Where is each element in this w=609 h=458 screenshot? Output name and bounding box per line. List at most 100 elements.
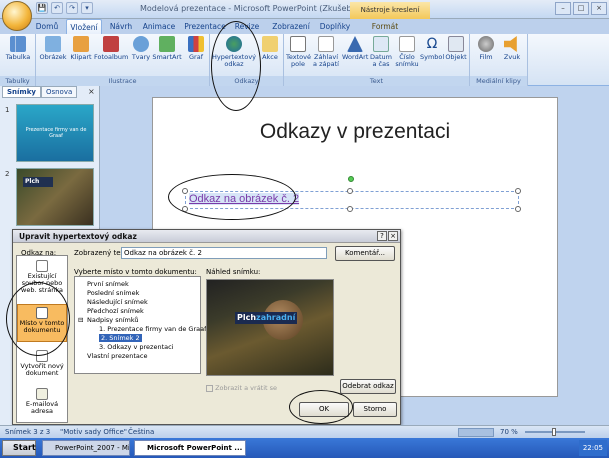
slide-thumbnail[interactable]: Plch — [16, 168, 94, 226]
redo-icon[interactable]: ↷ — [66, 2, 78, 14]
textbox-button[interactable]: Textové pole — [286, 36, 311, 68]
tree-item[interactable]: Nadpisy snímků — [87, 316, 139, 324]
date-time-button[interactable]: Datum a čas — [368, 36, 394, 68]
movie-button[interactable]: Film — [474, 36, 498, 61]
resize-handle[interactable] — [515, 188, 521, 194]
tree-item[interactable]: Předchozí snímek — [87, 307, 144, 315]
clock: 22:05 — [578, 440, 607, 456]
slide-preview: Plchzahradní — [206, 279, 334, 376]
link-to-email[interactable]: E-mailová adresa — [17, 388, 67, 420]
rotate-handle[interactable] — [348, 176, 354, 182]
tab-revize[interactable]: Revize — [232, 19, 262, 34]
zoom-level[interactable]: 70 % — [500, 428, 518, 436]
tab-format[interactable]: Formát — [370, 19, 400, 34]
panel-close-icon[interactable]: × — [88, 87, 95, 96]
tab-domu[interactable]: Domů — [34, 19, 60, 34]
link-to-item-label: Existující soubor nebo web. stránka — [21, 272, 63, 294]
close-button[interactable]: × — [591, 2, 607, 15]
office-button[interactable] — [2, 1, 32, 31]
select-place-label: Vyberte místo v tomto dokumentu: — [74, 268, 197, 276]
tree-item-selected[interactable]: 2. Snímek 2 — [99, 334, 142, 342]
symbol-button[interactable]: Ω Symbol — [420, 36, 444, 61]
photoalbum-icon — [103, 36, 119, 52]
slide-number: 2 — [5, 170, 10, 178]
tab-doplnky[interactable]: Doplňky — [318, 19, 352, 34]
zoom-slider-thumb[interactable] — [552, 428, 556, 436]
resize-handle[interactable] — [347, 188, 353, 194]
picture-button[interactable]: Obrázek — [38, 36, 68, 61]
cancel-button[interactable]: Storno — [353, 402, 397, 417]
hyperlink-button[interactable]: Hypertextový odkaz — [212, 36, 256, 68]
link-to-new-document[interactable]: Vytvořit nový dokument — [17, 350, 67, 384]
hyperlink-text[interactable]: Odkaz na obrázek č. 2 — [189, 193, 300, 205]
remove-link-button[interactable]: Odebrat odkaz — [340, 379, 396, 394]
slide-thumbnail[interactable]: Prezentace firmy van de Graaf — [16, 104, 94, 162]
tree-item[interactable]: 1. Prezentace firmy van de Graaf — [99, 325, 206, 333]
shapes-button[interactable]: Tvary — [130, 36, 152, 61]
link-to-place-in-document[interactable]: Místo v tomto dokumentu — [17, 304, 67, 342]
slide-title[interactable]: Odkazy v prezentaci — [153, 120, 557, 144]
tree-item[interactable]: Následující snímek — [87, 298, 148, 306]
view-buttons[interactable] — [458, 428, 494, 437]
tab-vlozeni[interactable]: Vložení — [66, 19, 102, 34]
ok-button[interactable]: OK — [299, 402, 349, 417]
photoalbum-button[interactable]: Fotoalbum — [94, 36, 128, 61]
undo-icon[interactable]: ↶ — [51, 2, 63, 14]
start-button[interactable]: Start — [2, 440, 36, 456]
display-text-input[interactable]: Odkaz na obrázek č. 2 — [121, 247, 327, 259]
maximize-button[interactable]: □ — [573, 2, 589, 15]
smartart-icon — [159, 36, 175, 52]
textbox-button-label: Textové pole — [286, 53, 311, 68]
film-reel-icon — [478, 36, 494, 52]
wordart-icon — [347, 36, 363, 52]
tab-navrh[interactable]: Návrh — [108, 19, 134, 34]
omega-icon: Ω — [426, 36, 438, 52]
thumbnail-title: Prezentace firmy van de Graaf — [25, 127, 87, 139]
header-footer-button[interactable]: Záhlaví a zápatí — [311, 36, 341, 68]
chart-button[interactable]: Graf — [184, 36, 208, 61]
save-icon[interactable]: 💾 — [36, 2, 48, 14]
slide-number: 1 — [5, 106, 10, 114]
tree-item[interactable]: 3. Odkazy v prezentaci — [99, 343, 173, 351]
tab-slides[interactable]: Snímky — [2, 86, 41, 98]
resize-handle[interactable] — [347, 206, 353, 212]
thumbnail-brand: Plch — [23, 177, 53, 187]
dialog-close-button[interactable]: × — [388, 231, 398, 241]
object-button[interactable]: Objekt — [444, 36, 468, 61]
wordart-button[interactable]: WordArt — [342, 36, 368, 61]
tab-animace[interactable]: Animace — [142, 19, 176, 34]
minimize-button[interactable]: – — [555, 2, 571, 15]
taskbar-item-active[interactable]: Microsoft PowerPoint ... — [134, 440, 246, 456]
tab-outline[interactable]: Osnova — [40, 86, 78, 98]
checkbox-label: Zobrazit a vrátit se — [215, 384, 278, 392]
tab-zobrazeni[interactable]: Zobrazení — [270, 19, 312, 34]
screentip-button[interactable]: Komentář... — [335, 246, 395, 261]
sound-button[interactable]: Zvuk — [500, 36, 524, 61]
group-text: Textové pole Záhlaví a zápatí WordArt Da… — [284, 34, 470, 86]
smartart-button[interactable]: SmartArt — [152, 36, 182, 61]
resize-handle[interactable] — [182, 188, 188, 194]
tree-item[interactable]: Poslední snímek — [87, 289, 139, 297]
show-and-return-checkbox[interactable]: Zobrazit a vrátit se — [206, 384, 277, 392]
new-document-icon — [36, 350, 48, 362]
slide-number-button[interactable]: Číslo snímku — [394, 36, 420, 68]
tree-item[interactable]: Vlastní prezentace — [87, 352, 147, 360]
language[interactable]: Čeština — [128, 428, 154, 436]
tree-item[interactable]: První snímek — [87, 280, 129, 288]
link-to-existing-file[interactable]: Existující soubor nebo web. stránka — [17, 260, 67, 296]
clipart-button[interactable]: Klipart — [68, 36, 94, 61]
tree-expand-icon[interactable]: ⊟ — [78, 316, 83, 324]
table-button[interactable]: Tabulka — [3, 36, 33, 61]
group-ilustrace: Obrázek Klipart Fotoalbum Tvary SmartArt… — [36, 34, 210, 86]
checkbox-box[interactable] — [206, 384, 213, 392]
header-footer-icon — [318, 36, 334, 52]
tab-prezentace[interactable]: Prezentace — [184, 19, 226, 34]
resize-handle[interactable] — [182, 206, 188, 212]
taskbar-item[interactable]: PowerPoint_2007 - Micro... — [42, 440, 130, 456]
resize-handle[interactable] — [515, 206, 521, 212]
action-button[interactable]: Akce — [258, 36, 282, 61]
link-to-panel: Existující soubor nebo web. stránka Míst… — [16, 255, 68, 423]
customize-qat-icon[interactable]: ▾ — [81, 2, 93, 14]
group-odkazy: Hypertextový odkaz Akce Odkazy — [210, 34, 284, 86]
help-button[interactable]: ? — [377, 231, 387, 241]
